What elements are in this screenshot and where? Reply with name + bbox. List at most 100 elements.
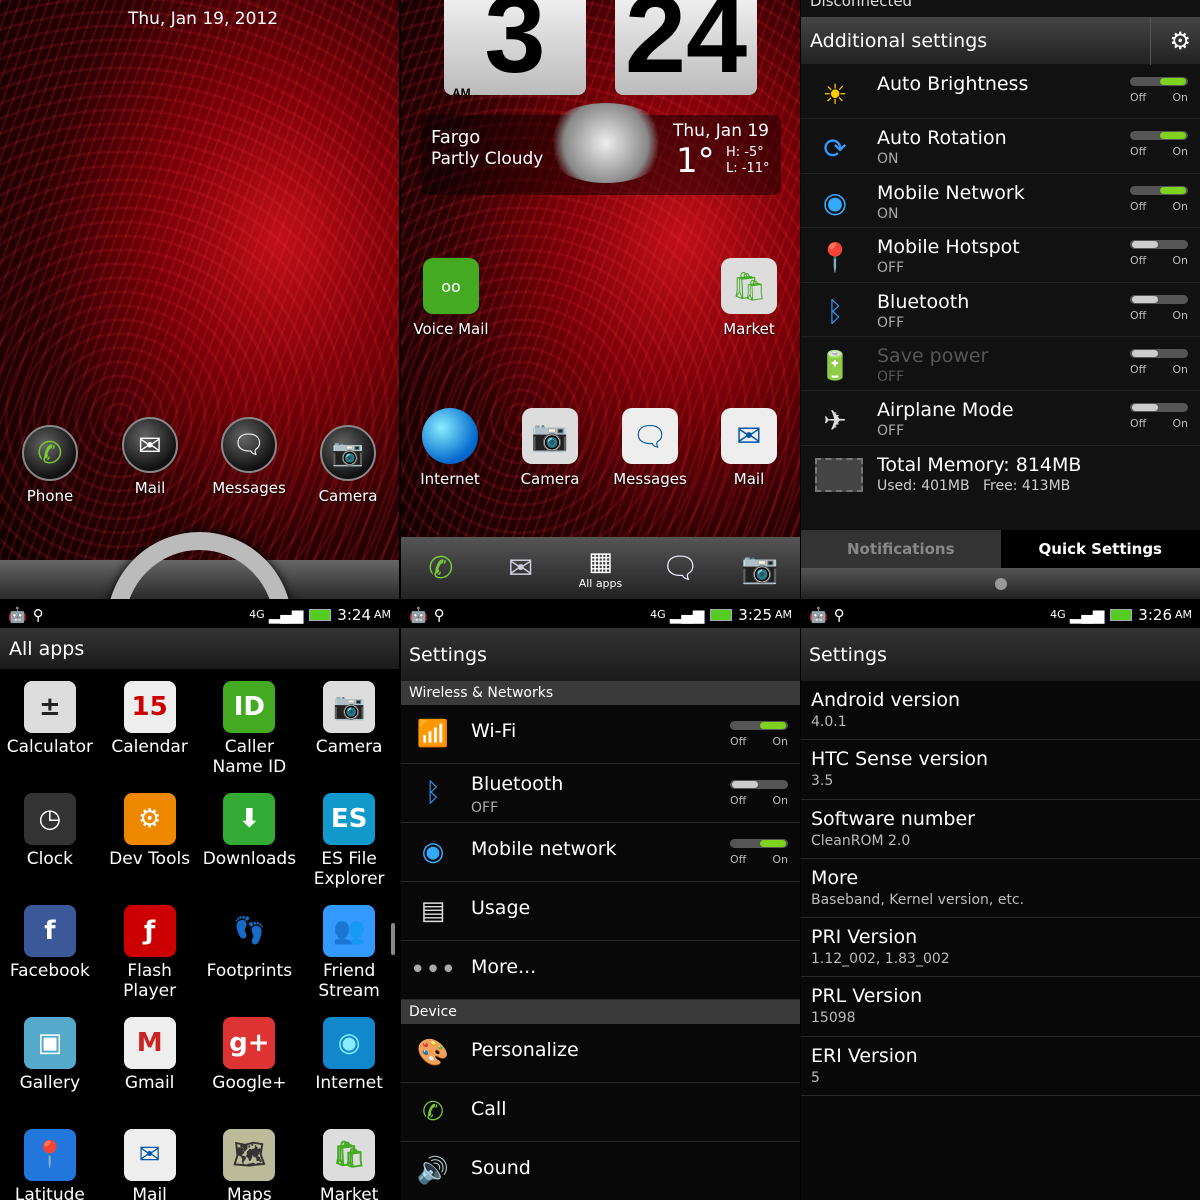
toggle-switch[interactable]: Off On [1130,240,1188,270]
toggle-switch[interactable]: Off On [1130,131,1188,161]
about-row-6[interactable]: ERI Version 5 [801,1037,1200,1097]
lock-phone[interactable]: ✆ Phone [5,425,95,505]
mail-icon: ✉ [122,417,178,473]
toggle-switch[interactable]: Off On [730,780,788,810]
about-row-5[interactable]: PRL Version 15098 [801,977,1200,1037]
tab-notifications[interactable]: Notifications [801,530,1001,568]
app-9[interactable]: ƒ Flash Player [100,905,200,1011]
app-16[interactable]: 📍 Latitude [0,1129,100,1200]
app-3[interactable]: 📷 Camera [299,681,399,787]
app-14[interactable]: g+ Google+ [200,1017,300,1123]
lock-date: Thu, Jan 19, 2012 [128,9,279,29]
app-7[interactable]: ES ES File Explorer [299,793,399,899]
gallery-icon: ▣ [23,1017,76,1069]
wifi-icon: 📶 [416,719,450,749]
quick-row-0[interactable]: ☀ Auto Brightness Off On [801,65,1200,120]
app-10[interactable]: 👣 Footprints [200,905,300,1011]
voicemail-shortcut[interactable]: oo Voice Mail [406,258,496,338]
weather-condition: Partly Cloudy [431,149,544,169]
about-row-4[interactable]: PRI Version 1.12_002, 1.83_002 [801,918,1200,978]
app-12[interactable]: ▣ Gallery [0,1017,100,1123]
quick-row-1[interactable]: ⟳ Auto Rotation ON Off On [801,119,1200,174]
quick-row-3[interactable]: 📍 Mobile Hotspot OFF Off On [801,228,1200,283]
app-8[interactable]: f Facebook [0,905,100,1011]
signal-icon: ▂▄▆ [268,605,304,624]
gmail-icon: M [123,1017,176,1069]
app-13[interactable]: M Gmail [100,1017,200,1123]
weather-temp: 1° [676,141,715,181]
status-bar: 🤖 ⚲ 4G ▂▄▆ 3:24 AM [0,601,399,629]
settings-row-4[interactable]: ••• More... [401,941,800,1000]
app-17[interactable]: ✉ Mail [100,1129,200,1200]
allapps-panel: 🤖 ⚲ 4G ▂▄▆ 3:24 AM All apps ± Calculator 1… [0,601,399,1200]
dock-mail-icon[interactable]: ✉ [497,545,545,591]
drawer-handle[interactable] [801,568,1200,599]
market-icon: 🛍 [721,258,777,314]
lock-mail[interactable]: ✉ Mail [105,417,195,497]
toggle-switch[interactable]: Off On [1130,403,1188,433]
home-internet[interactable]: Internet [405,408,495,488]
device-list: 🎨 Personalize ✆ Call 🔊 Sound [401,1024,800,1200]
device-row-2[interactable]: 🔊 Sound [401,1142,800,1200]
tab-quick-settings[interactable]: Quick Settings [1000,530,1200,568]
toggle-switch[interactable]: Off On [1130,185,1188,216]
settings-row-1[interactable]: ᛒ Bluetooth OFF Off On [401,764,800,823]
quick-row-6[interactable]: ✈ Airplane Mode OFF Off On [801,391,1200,446]
toggle-on-indicator [1160,132,1186,140]
app-4[interactable]: ◷ Clock [0,793,100,899]
app-6[interactable]: ⬇ Downloads [200,793,300,899]
toggle-switch[interactable]: Off On [1130,294,1188,325]
quick-row-2[interactable]: ◉ Mobile Network ON Off On [801,174,1200,229]
dock-allapps-button[interactable]: ▦ All apps [576,545,624,591]
toggle-off-indicator [1132,349,1158,357]
market-shortcut[interactable]: 🛍 Market [704,258,794,338]
app-0[interactable]: ± Calculator [0,681,100,787]
app-1[interactable]: 15 Calendar [100,681,200,787]
battery-icon [1110,608,1133,621]
app-15[interactable]: ◉ Internet [299,1017,399,1123]
quick-row-4[interactable]: ᛒ Bluetooth OFF Off On [801,283,1200,337]
page-title: Settings [401,629,800,681]
about-row-0[interactable]: Android version 4.0.1 [801,681,1200,741]
app-2[interactable]: ID Caller Name ID [200,681,300,787]
home-mail[interactable]: ✉ Mail [704,408,794,488]
battery-icon [710,608,733,621]
app-19[interactable]: 🛍 Market [299,1129,399,1200]
clock-minute: 24 [615,0,757,95]
about-row-3[interactable]: More Baseband, Kernel version, etc. [801,859,1200,919]
app-18[interactable]: 🗺 Maps [200,1129,300,1200]
lock-messages[interactable]: 🗨 Messages [204,417,294,497]
lockscreen-panel: Thu, Jan 19, 2012 ✆ Phone ✉ Mail 🗨 Messa… [0,0,399,599]
toggle-switch[interactable]: Off On [1130,77,1188,107]
settings-row-3[interactable]: ▤ Usage [401,882,800,941]
market-icon: 🛍 [323,1129,376,1181]
home-camera[interactable]: 📷 Camera [505,408,595,488]
weather-widget[interactable]: Fargo Partly Cloudy Thu, Jan 19 1° H: -5… [421,103,781,195]
dock-phone-icon[interactable]: ✆ [417,545,465,591]
scroll-indicator[interactable] [391,923,395,955]
toggle-switch[interactable]: Off On [730,721,788,751]
toggle-switch[interactable]: Off On [1130,348,1188,379]
about-row-2[interactable]: Software number CleanROM 2.0 [801,800,1200,859]
maps-icon: 🗺 [223,1129,276,1181]
settings-row-0[interactable]: 📶 Wi-Fi Off On [401,705,800,764]
app-5[interactable]: ⚙ Dev Tools [100,793,200,899]
gear-icon[interactable]: ⚙ [1150,16,1191,65]
unlock-ring[interactable] [107,532,292,599]
calendar-icon: 15 [123,681,176,733]
device-row-1[interactable]: ✆ Call [401,1083,800,1142]
app-11[interactable]: 👥 Friend Stream [299,905,399,1011]
quick-row-5[interactable]: 🔋 Save power OFF Off On [801,337,1200,392]
about-row-1[interactable]: HTC Sense version 3.5 [801,740,1200,800]
lock-camera[interactable]: 📷 Camera [303,425,393,505]
dock-messages-icon[interactable]: 🗨 [656,545,704,591]
toggle-switch[interactable]: Off On [730,839,788,869]
voicemail-icon: oo [423,258,479,314]
cloud-icon [541,103,671,183]
home-messages[interactable]: 🗨 Messages [605,408,695,488]
bluetooth-icon: ᛒ [826,295,844,329]
device-row-0[interactable]: 🎨 Personalize [401,1024,800,1083]
dock-camera-icon[interactable]: 📷 [736,545,784,591]
settings-row-2[interactable]: ◉ Mobile network Off On [401,823,800,882]
battery-icon: 🔋 [817,349,853,383]
